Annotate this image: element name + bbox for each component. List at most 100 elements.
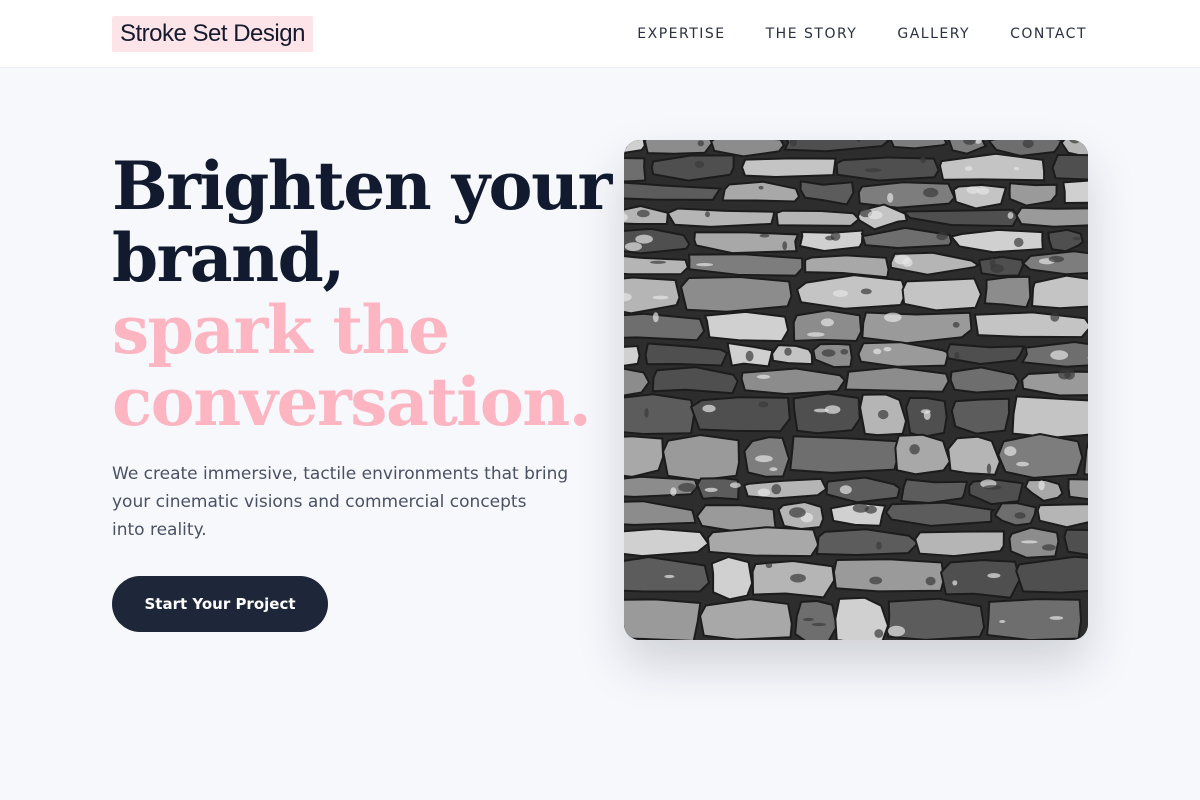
stone [973,311,1088,339]
lichen-speckle [923,187,939,198]
stone [1011,395,1088,439]
hero-title: Brighten your brand, spark the conversat… [112,150,612,438]
lichen-speckle [839,485,852,495]
stone [771,344,814,366]
stone [950,397,1011,435]
lichen-speckle [923,410,931,420]
lichen-speckle [789,507,806,518]
lichen-speckle [636,209,650,218]
lichen-speckle [986,463,992,474]
nav-link-gallery[interactable]: GALLERY [897,24,970,44]
stone [624,598,702,640]
lichen-speckle [1013,237,1024,247]
lichen-speckle [925,576,936,586]
lichen-speckle [883,347,892,352]
stone [1015,206,1088,228]
nav-link-the-story[interactable]: THE STORY [766,24,858,44]
stone [696,477,740,501]
lichen-speckle [884,312,902,322]
lichen-speckle [936,232,948,241]
stone [901,277,983,312]
lichen-speckle [635,234,653,244]
lichen-speckle [704,487,718,492]
nav-link-expertise[interactable]: EXPERTISE [637,24,725,44]
lichen-speckle [664,574,675,579]
logo-link[interactable]: Stroke Set Design [112,16,313,52]
lichen-speckle [652,312,659,323]
lichen-speckle [1020,540,1038,544]
stone [789,435,899,474]
lichen-speckle [954,351,960,360]
stone-wall-photo [624,140,1088,640]
lichen-speckle [729,482,741,489]
stone-wall-image [624,140,1088,640]
hero-title-line-2: brand, [112,219,345,297]
hero-accent-line-1: spark the [112,291,450,369]
hero-subtitle-line-3: into reality. [112,520,207,540]
stone [775,209,861,227]
lichen-speckle [758,185,764,190]
stone [794,599,838,640]
lichen-speckle [759,233,770,238]
lichen-speckle [832,290,848,297]
lichen-speckle [1050,350,1069,360]
stone [703,310,790,343]
stone [624,527,710,558]
lichen-speckle [1050,312,1060,322]
lichen-speckle [824,405,841,414]
nav-link-contact[interactable]: CONTACT [1010,24,1087,44]
lichen-speckle [790,573,806,583]
stone [624,312,706,342]
lichen-speckle [887,192,894,203]
main-nav: EXPERTISE THE STORY GALLERY CONTACT [637,24,1087,44]
lichen-speckle [821,349,836,357]
lichen-speckle [755,455,773,463]
stone [740,157,837,179]
lichen-speckle [920,156,926,164]
lichen-speckle [909,444,920,455]
lichen-speckle [771,484,782,495]
lichen-speckle [650,260,666,264]
lichen-speckle [745,350,754,362]
lichen-speckle [952,580,958,586]
stone [792,392,861,435]
lichen-speckle [1072,236,1082,241]
lichen-speckle [987,573,1001,579]
lichen-speckle [860,288,872,295]
lichen-speckle [877,409,889,420]
lichen-speckle [765,562,773,569]
lichen-speckle [757,488,771,497]
lichen-speckle [1042,544,1056,551]
hero-subtitle: We create immersive, tactile environment… [112,460,572,544]
stone [986,598,1083,640]
stone [666,207,776,228]
stone [662,433,741,482]
stone [1062,179,1088,205]
site-header: Stroke Set Design EXPERTISE THE STORY GA… [0,0,1200,68]
hero-subtitle-line-2: your cinematic visions and commercial co… [112,492,527,512]
lichen-speckle [702,404,716,413]
lichen-speckle [820,318,834,327]
lichen-speckle [697,140,704,147]
lichen-speckle [644,407,649,418]
stone [940,559,1021,599]
lichen-speckle [952,321,960,328]
stone [1067,478,1088,501]
stone [798,229,864,253]
lichen-speckle [705,211,710,218]
lichen-speckle [887,625,906,637]
lichen-speckle [825,235,835,241]
stone [857,181,956,209]
stone [1031,274,1088,310]
lichen-speckle [1013,167,1020,171]
lichen-speckle [1038,480,1045,491]
start-project-button[interactable]: Start Your Project [112,576,328,632]
stone [689,396,791,433]
lichen-speckle [874,629,884,638]
stone [624,435,665,478]
stone [947,435,1001,476]
lichen-speckle [803,617,814,622]
stone [832,558,945,593]
stone [1008,182,1058,207]
lichen-speckle [1004,446,1017,457]
